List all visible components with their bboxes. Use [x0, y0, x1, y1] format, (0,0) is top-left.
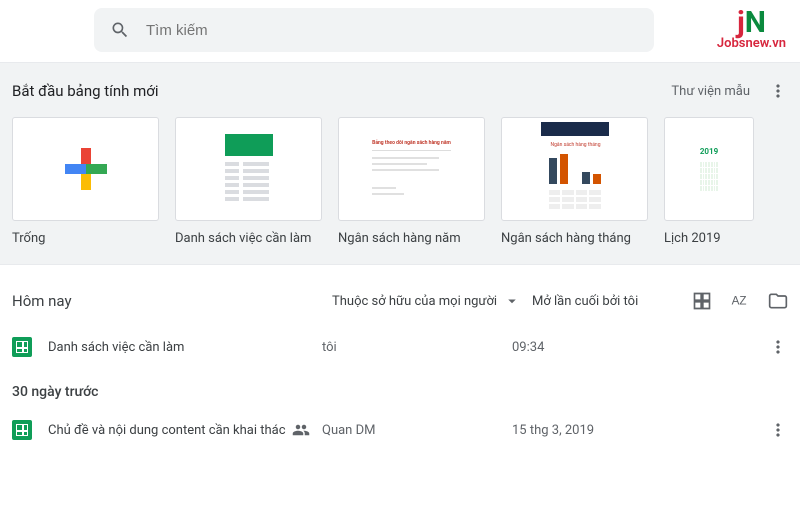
template-monthly-budget[interactable]: Ngân sách hàng tháng Ngân sách hàng thán…: [501, 117, 648, 246]
plus-icon: [65, 148, 107, 190]
more-icon[interactable]: [768, 420, 788, 440]
docs-section: Hôm nay Thuộc sở hữu của mọi người Mở lầ…: [0, 265, 800, 453]
grid-view-icon[interactable]: [692, 291, 712, 311]
doc-name-text: Danh sách việc cần làm: [48, 340, 184, 355]
owner-filter[interactable]: Thuộc sở hữu của mọi người: [332, 292, 532, 310]
template-label: Trống: [12, 231, 159, 246]
search-bar[interactable]: [94, 8, 654, 52]
chevron-down-icon: [503, 292, 521, 310]
template-calendar[interactable]: 2019 Lịch 2019: [664, 117, 754, 246]
template-blank[interactable]: Trống: [12, 117, 159, 246]
doc-row[interactable]: Danh sách việc cần làm tôi 09:34: [12, 325, 788, 370]
search-input[interactable]: [146, 22, 638, 39]
doc-owner: Quan DM: [322, 423, 512, 438]
doc-date: 09:34: [512, 340, 642, 355]
template-label: Ngân sách hàng tháng: [501, 231, 648, 246]
templates-title: Bắt đầu bảng tính mới: [12, 82, 159, 100]
templates-section: Bắt đầu bảng tính mới Thư viện mẫu Trống: [0, 62, 800, 265]
date-header: Mở lần cuối bởi tôi: [532, 294, 672, 309]
doc-date: 15 thg 3, 2019: [512, 423, 642, 438]
watermark-text: Jobsnew.vn: [717, 36, 786, 51]
template-todo[interactable]: Danh sách việc cần làm: [175, 117, 322, 246]
section-heading-today: Hôm nay: [12, 292, 332, 310]
doc-name-text: Chủ đề và nội dung content cần khai thác: [48, 423, 286, 438]
sheets-icon: [12, 337, 32, 357]
doc-owner: tôi: [322, 340, 512, 355]
template-label: Danh sách việc cần làm: [175, 231, 322, 246]
sort-az-icon[interactable]: AZ: [730, 291, 750, 311]
folder-icon[interactable]: [768, 291, 788, 311]
section-heading-older: 30 ngày trước: [12, 370, 788, 408]
template-annual-budget[interactable]: Bảng theo dõi ngân sách hàng năm Ngân sá…: [338, 117, 485, 246]
watermark-logo: jN: [717, 8, 786, 38]
template-label: Lịch 2019: [664, 231, 754, 246]
watermark: jN Jobsnew.vn: [717, 8, 786, 53]
sheets-icon: [12, 420, 32, 440]
more-icon[interactable]: [768, 81, 788, 101]
templates-row: Trống Danh sách việc cần làm Bảng theo d…: [10, 117, 800, 246]
templates-header: Bắt đầu bảng tính mới Thư viện mẫu: [10, 81, 800, 117]
doc-row[interactable]: Chủ đề và nội dung content cần khai thác…: [12, 408, 788, 453]
template-label: Ngân sách hàng năm: [338, 231, 485, 246]
shared-icon: [292, 421, 310, 439]
svg-text:AZ: AZ: [732, 294, 747, 307]
docs-header: Hôm nay Thuộc sở hữu của mọi người Mở lầ…: [12, 281, 788, 325]
search-icon: [110, 20, 130, 40]
more-icon[interactable]: [768, 337, 788, 357]
template-gallery-link[interactable]: Thư viện mẫu: [671, 84, 750, 99]
